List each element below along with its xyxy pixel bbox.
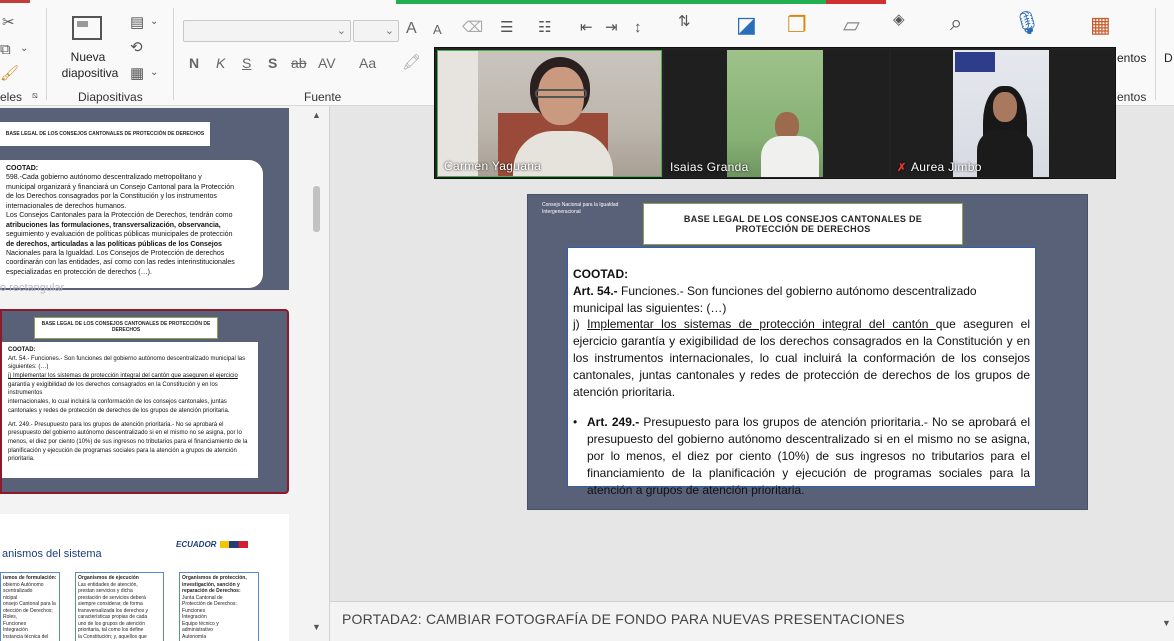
- shadow-button[interactable]: S: [268, 55, 277, 71]
- designer-group-label: entos: [1117, 90, 1147, 104]
- increase-indent-icon[interactable]: ⇥: [605, 20, 618, 35]
- new-slide-label-1: Nueva: [70, 50, 106, 64]
- art249-paragraph: • Art. 249.- Presupuesto para los grupos…: [573, 415, 1030, 497]
- slide-title[interactable]: BASE LEGAL DE LOS CONSEJOS CANTONALES DE…: [643, 203, 963, 245]
- app-window: ✂ ⧉ ⌄ 🖌 eles ⧅ Nueva diapositiva ▤ ⌄ ⟲ ▦…: [0, 0, 1174, 641]
- new-slide-icon: [72, 16, 102, 40]
- format-painter-icon[interactable]: 🖌: [0, 66, 19, 81]
- find-icon[interactable]: ⌕: [950, 12, 962, 34]
- video-feed-3: [953, 50, 1049, 177]
- text-direction-icon[interactable]: ⇅: [678, 14, 691, 29]
- thumbnail-column-3: Organismos de protección, investigación,…: [179, 572, 259, 641]
- slide-body-textbox[interactable]: COOTAD: Art. 54.- Funciones.- Son funcio…: [567, 247, 1036, 497]
- thumbnail-column-2: Organismos de ejecución Las entidades de…: [75, 572, 164, 641]
- bullet-icon: •: [573, 415, 578, 430]
- decrease-indent-icon[interactable]: ⇤: [580, 20, 593, 35]
- speaker-notes-text: PORTADA2: CAMBIAR FOTOGRAFÍA DE FONDO PA…: [342, 611, 905, 627]
- scroll-up-arrow-icon[interactable]: ▲: [312, 110, 321, 120]
- arrange-icon[interactable]: ❐: [787, 14, 807, 36]
- microphone-muted-icon: ✗: [897, 162, 907, 174]
- font-size-combo[interactable]: ⌄: [353, 20, 399, 42]
- participant-tile-1[interactable]: Carmen Yaguana: [437, 50, 662, 177]
- bullets-icon[interactable]: ☰: [500, 20, 513, 35]
- quick-styles-icon[interactable]: ▱: [843, 14, 860, 36]
- layout-dropdown-icon[interactable]: ⌄: [150, 17, 158, 27]
- glasses-shape: [535, 89, 587, 98]
- numbering-icon[interactable]: ☷: [538, 20, 551, 35]
- dictate-icon[interactable]: 🎙: [1013, 12, 1041, 34]
- video-feed-2: [727, 50, 823, 177]
- shape-fill-icon[interactable]: ◈: [893, 12, 905, 27]
- thumbnail-heading: anismos del sistema: [2, 548, 102, 560]
- scroll-down-arrow-icon[interactable]: ▼: [312, 622, 321, 632]
- participant-name-1: Carmen Yaguana: [444, 159, 542, 173]
- shirt-shape: [977, 130, 1033, 177]
- font-name-combo[interactable]: ⌄: [183, 20, 351, 42]
- font-group-label: Fuente: [304, 90, 342, 104]
- clipboard-group-label: eles: [0, 90, 23, 104]
- thumbnail-scrollbar-thumb[interactable]: [313, 186, 320, 232]
- title-bar-accent: [0, 0, 30, 3]
- thumbnail-body: COOTAD: 598.-Cada gobierno autónomo desc…: [0, 160, 263, 288]
- video-participant-strip: Carmen Yaguana Isaias Granda ✗ Aurea Jimb…: [434, 47, 1116, 179]
- shrink-font-button[interactable]: A: [433, 22, 442, 37]
- current-slide[interactable]: Consejo Nacional para la Igualdad Interg…: [527, 194, 1088, 510]
- cootad-heading: COOTAD:: [573, 267, 629, 281]
- section-icon[interactable]: ▦: [130, 66, 144, 81]
- line-spacing-icon[interactable]: ↕: [634, 20, 642, 35]
- new-slide-label-2: diapositiva: [61, 66, 119, 80]
- dialog-launcher-icon[interactable]: ⧅: [32, 91, 38, 100]
- thumbnail-body: COOTAD: Art. 54.- Funciones.- Son funcio…: [2, 342, 258, 478]
- new-slide-button[interactable]: Nueva diapositiva: [52, 10, 124, 85]
- strikethrough-button[interactable]: ab: [291, 55, 307, 71]
- participant-name-3: Aurea Jimbo: [911, 160, 982, 174]
- scroll-down-arrow-icon[interactable]: ▼: [1162, 618, 1171, 628]
- participant-tile-2[interactable]: Isaias Granda: [664, 50, 889, 177]
- designer-label: entos: [1117, 51, 1147, 65]
- chevron-down-icon: ⌄: [336, 25, 346, 37]
- thumbnail-ghost-label: o rectangular: [0, 282, 65, 294]
- section-dropdown-icon[interactable]: ⌄: [150, 68, 158, 78]
- slide-thumbnail-pane: BASE LEGAL DE LOS CONSEJOS CANTONALES DE…: [0, 106, 328, 641]
- thumbnail-column-1: ismos de formulación: obierno Autónomo s…: [0, 572, 60, 641]
- flag-stripes: [220, 541, 248, 548]
- slide-thumbnail-1[interactable]: BASE LEGAL DE LOS CONSEJOS CANTONALES DE…: [0, 108, 289, 290]
- clear-format-icon[interactable]: ⌫: [462, 20, 483, 35]
- face-shape: [993, 92, 1017, 122]
- participant-name-3-row: ✗ Aurea Jimbo: [897, 160, 982, 174]
- slide-editor: Consejo Nacional para la Igualdad Interg…: [329, 106, 1174, 641]
- highlight-icon[interactable]: 🖍: [402, 55, 421, 70]
- copy-dropdown-icon[interactable]: ⌄: [20, 44, 28, 54]
- underline-button[interactable]: S: [242, 55, 251, 71]
- art54-item-j: j) Implementar los sistemas de protecció…: [573, 317, 1031, 399]
- cut-icon[interactable]: ✂: [2, 15, 15, 30]
- slide-thumbnail-3[interactable]: anismos del sistema ECUADOR ismos de for…: [0, 514, 289, 641]
- shirt-shape: [761, 136, 819, 177]
- art54-paragraph: Art. 54.- Funciones.- Son funciones del …: [573, 283, 977, 315]
- layout-icon[interactable]: ▤: [130, 15, 144, 30]
- slides-group-label: Diapositivas: [78, 90, 143, 104]
- slide-organization-label: Consejo Nacional para la Igualdad Interg…: [542, 202, 619, 215]
- speaker-notes-pane[interactable]: PORTADA2: CAMBIAR FOTOGRAFÍA DE FONDO PA…: [330, 601, 1174, 641]
- italic-button[interactable]: K: [216, 55, 225, 71]
- meeting-share-bar: [396, 0, 886, 4]
- chevron-down-icon: ⌄: [384, 25, 394, 37]
- participant-tile-3[interactable]: ✗ Aurea Jimbo: [891, 50, 1115, 177]
- reset-icon[interactable]: ⟲: [130, 40, 143, 55]
- slide-thumbnail-2-selected[interactable]: BASE LEGAL DE LOS CONSEJOS CANTONALES DE…: [0, 309, 289, 494]
- ecuador-logo: ECUADOR: [176, 540, 217, 549]
- grow-font-button[interactable]: A: [406, 20, 417, 38]
- designer-icon[interactable]: ▦: [1090, 14, 1111, 36]
- wall-poster: [955, 52, 995, 72]
- shapes-icon[interactable]: ◪: [736, 14, 757, 36]
- bold-button[interactable]: N: [189, 55, 199, 71]
- copy-icon[interactable]: ⧉: [0, 42, 11, 57]
- change-case-button[interactable]: Aa: [359, 55, 376, 71]
- participant-name-2: Isaias Granda: [670, 160, 749, 174]
- character-spacing-button[interactable]: AV: [318, 55, 336, 71]
- partial-group-label: D: [1164, 51, 1173, 65]
- thumbnail-title: BASE LEGAL DE LOS CONSEJOS CANTONALES DE…: [34, 317, 218, 339]
- thumbnail-title: BASE LEGAL DE LOS CONSEJOS CANTONALES DE…: [0, 122, 210, 146]
